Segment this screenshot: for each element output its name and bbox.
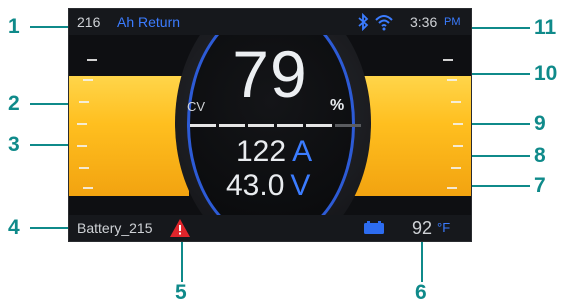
current-unit: A [292, 135, 313, 168]
charge-progress-segment [248, 124, 274, 127]
scale-tick [77, 145, 87, 147]
state-of-charge-value: 79 [232, 37, 308, 111]
voltage-unit: V [290, 169, 311, 202]
callout-6: 6 [415, 281, 427, 304]
charge-progress-segment [335, 124, 361, 127]
scale-tick [447, 187, 457, 189]
charge-progress-segment [190, 124, 216, 127]
charger-display: 216 Ah Return 3:36 PM 79 % CV 122 A 43.0 V [68, 8, 472, 242]
callout-11: 11 [534, 16, 557, 39]
current-readout: 122 A [236, 137, 312, 167]
amp-hour-return-value: 216 [77, 14, 101, 30]
voltage-readout: 43.0 V [226, 171, 310, 201]
bluetooth-icon [356, 13, 370, 31]
callout-4: 4 [8, 216, 20, 239]
callout-5: 5 [175, 281, 187, 304]
warning-icon[interactable] [169, 218, 191, 238]
current-value: 122 [236, 135, 287, 168]
scale-tick [83, 187, 93, 189]
charge-progress-segment [306, 124, 332, 127]
scale-tick [79, 167, 89, 169]
state-of-charge-unit: % [330, 97, 345, 114]
footer-bar: Battery_215 92 °F [69, 215, 471, 241]
callout-7: 7 [534, 174, 546, 197]
callout-3: 3 [8, 133, 20, 156]
charge-stage-label: CV [187, 99, 206, 114]
callout-9: 9 [534, 112, 546, 135]
scale-tick [451, 167, 461, 169]
scale-tick [453, 123, 463, 125]
callout-2: 2 [8, 92, 20, 115]
battery-name: Battery_215 [77, 220, 153, 236]
battery-icon [363, 221, 385, 235]
clock-ampm: PM [444, 16, 461, 28]
clock-time: 3:36 [410, 14, 438, 30]
temperature-unit: °F [437, 220, 451, 235]
scale-tick [453, 145, 463, 147]
charge-progress-segment [219, 124, 245, 127]
voltage-value: 43.0 [226, 169, 285, 202]
callout-8: 8 [534, 144, 546, 167]
callout-1: 1 [8, 15, 20, 38]
charge-progress-segment [277, 124, 303, 127]
status-bar: 216 Ah Return 3:36 PM [69, 9, 471, 35]
wifi-icon [374, 13, 394, 31]
amp-hour-return-label: Ah Return [117, 14, 181, 30]
temperature-value: 92 [412, 218, 433, 238]
callout-10: 10 [534, 62, 558, 85]
scale-tick [77, 123, 87, 125]
